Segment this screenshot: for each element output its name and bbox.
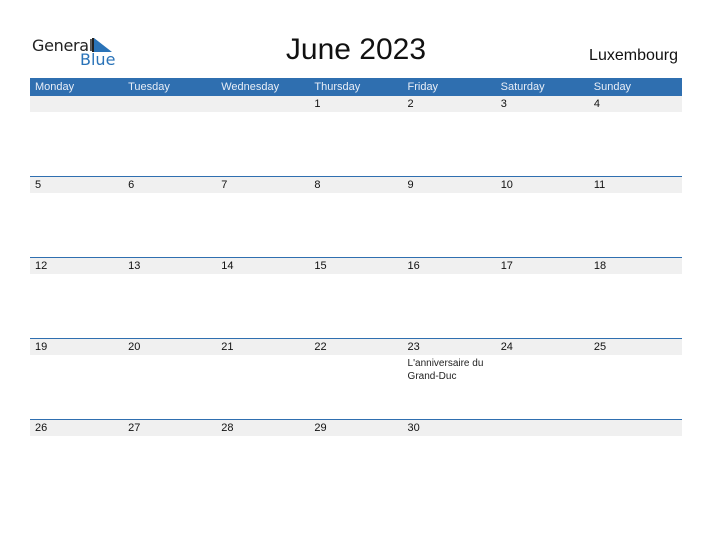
day-number: 24 bbox=[500, 341, 513, 353]
day-cell: 22 bbox=[309, 339, 402, 420]
day-cell: 21 bbox=[216, 339, 309, 420]
weekday-sunday: Sunday bbox=[593, 81, 632, 93]
day-cell: 14 bbox=[216, 258, 309, 339]
day-number: 5 bbox=[35, 179, 42, 191]
day-cell: 8 bbox=[309, 177, 402, 258]
day-cell bbox=[496, 420, 589, 501]
weekday-friday: Friday bbox=[407, 81, 439, 93]
day-number: 16 bbox=[407, 260, 420, 272]
week-row: 12 13 14 15 16 17 18 bbox=[30, 257, 682, 339]
week-row: 19 20 21 22 23 L'anniversaire du Grand-Duc 24 2… bbox=[30, 338, 682, 420]
day-cell bbox=[216, 96, 309, 177]
day-number: 3 bbox=[500, 98, 507, 110]
day-number: 19 bbox=[35, 341, 48, 353]
week-row: 5 6 7 8 9 10 11 bbox=[30, 176, 682, 258]
day-cell: 26 bbox=[30, 420, 123, 501]
day-cell: 6 bbox=[123, 177, 216, 258]
week-row: 1 2 3 4 bbox=[30, 96, 682, 177]
day-cell: 11 bbox=[589, 177, 682, 258]
day-cell: 25 bbox=[589, 339, 682, 420]
day-cell: 16 bbox=[403, 258, 496, 339]
day-cell: 5 bbox=[30, 177, 123, 258]
day-cell: 15 bbox=[309, 258, 402, 339]
day-cell: 3 bbox=[496, 96, 589, 177]
day-cell: 1 bbox=[309, 96, 402, 177]
weekday-header: Monday Tuesday Wednesday Thursday Friday… bbox=[30, 78, 682, 96]
day-number: 29 bbox=[314, 422, 327, 434]
day-number: 4 bbox=[593, 98, 600, 110]
day-cell bbox=[123, 96, 216, 177]
day-number: 7 bbox=[221, 179, 228, 191]
day-number: 13 bbox=[128, 260, 141, 272]
weekday-saturday: Saturday bbox=[500, 81, 545, 93]
day-cell: 18 bbox=[589, 258, 682, 339]
day-cell: 2 bbox=[403, 96, 496, 177]
day-number: 10 bbox=[500, 179, 513, 191]
weekday-monday: Monday bbox=[35, 81, 75, 93]
day-cell: 10 bbox=[496, 177, 589, 258]
country-label: Luxembourg bbox=[589, 47, 678, 64]
day-number: 30 bbox=[407, 422, 420, 434]
day-number: 15 bbox=[314, 260, 327, 272]
day-number: 2 bbox=[407, 98, 414, 110]
day-number: 21 bbox=[221, 341, 234, 353]
day-cell: 30 bbox=[403, 420, 496, 501]
day-cell: 19 bbox=[30, 339, 123, 420]
day-cell bbox=[30, 96, 123, 177]
week-row: 26 27 28 29 30 bbox=[30, 419, 682, 501]
day-number: 22 bbox=[314, 341, 327, 353]
weekday-thursday: Thursday bbox=[314, 81, 361, 93]
day-cell: 20 bbox=[123, 339, 216, 420]
day-number: 9 bbox=[407, 179, 414, 191]
day-number: 12 bbox=[35, 260, 48, 272]
day-cell: 4 bbox=[589, 96, 682, 177]
day-number: 11 bbox=[593, 179, 606, 191]
day-number: 20 bbox=[128, 341, 141, 353]
day-number: 28 bbox=[221, 422, 234, 434]
day-cell: 9 bbox=[403, 177, 496, 258]
day-cell: 28 bbox=[216, 420, 309, 501]
day-cell: 24 bbox=[496, 339, 589, 420]
day-cell: 27 bbox=[123, 420, 216, 501]
day-cell bbox=[589, 420, 682, 501]
day-cell: 29 bbox=[309, 420, 402, 501]
day-cell: 12 bbox=[30, 258, 123, 339]
day-number: 23 bbox=[407, 341, 420, 353]
day-cell: 13 bbox=[123, 258, 216, 339]
day-number: 14 bbox=[221, 260, 234, 272]
day-cell: 7 bbox=[216, 177, 309, 258]
day-number: 8 bbox=[314, 179, 321, 191]
weekday-tuesday: Tuesday bbox=[128, 81, 170, 93]
weekday-wednesday: Wednesday bbox=[221, 81, 280, 93]
day-number: 27 bbox=[128, 422, 141, 434]
day-number: 25 bbox=[593, 341, 607, 353]
day-number: 1 bbox=[314, 98, 321, 110]
day-number: 6 bbox=[128, 179, 135, 191]
holiday-event: L'anniversaire du Grand-Duc bbox=[407, 358, 484, 382]
day-number: 26 bbox=[35, 422, 48, 434]
day-number: 17 bbox=[500, 260, 513, 272]
day-cell: 17 bbox=[496, 258, 589, 339]
day-cell: 23 L'anniversaire du Grand-Duc bbox=[403, 339, 496, 420]
day-number: 18 bbox=[593, 260, 607, 272]
